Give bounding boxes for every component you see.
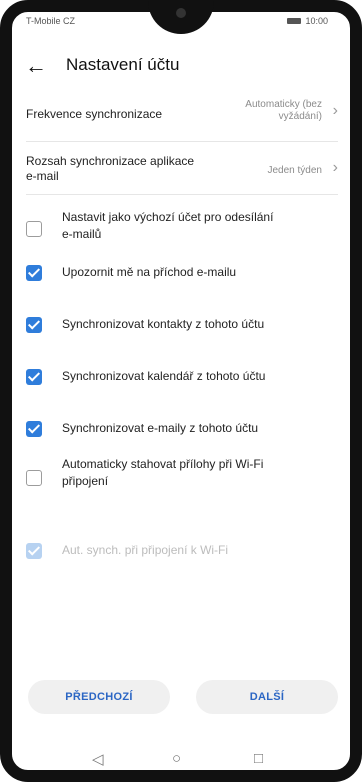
check-label-emails: Synchronizovat e-maily z tohoto účtu	[62, 421, 259, 435]
battery-status: 10:00	[287, 16, 328, 26]
checkbox-default-account[interactable]	[26, 221, 42, 237]
sync-frequency-row[interactable]: Frekvence synchronizace Automaticky (bez…	[0, 92, 362, 136]
sync-frequency-value: Automaticky (bez vyžádání)	[245, 99, 322, 123]
check-label-notify: Upozornit mě na příchod e-mailu	[62, 265, 237, 279]
divider	[26, 141, 338, 142]
checkmark-icon	[27, 421, 41, 434]
sync-frequency-label: Frekvence synchronizace	[26, 107, 163, 121]
check-label-contacts: Synchronizovat kontakty z tohoto účtu	[62, 317, 265, 331]
system-nav-bar: ◁ ○ □	[0, 744, 362, 782]
sync-range-value: Jeden týden	[267, 165, 323, 176]
check-label-line2: připojení	[62, 474, 109, 488]
back-button[interactable]: ←	[20, 50, 52, 82]
checkbox-emails[interactable]	[26, 421, 42, 437]
check-label-attachments: Automaticky stahovat přílohy při Wi-Fi p…	[62, 456, 338, 490]
chevron-right-icon: ›	[332, 159, 338, 176]
nav-recents-icon[interactable]: □	[254, 750, 263, 767]
check-label-default-account: Nastavit jako výchozí účet pro odesílání…	[62, 209, 338, 243]
sync-frequency-value-line2: vyžádání)	[278, 111, 322, 122]
divider	[26, 194, 338, 195]
check-label-line1: Nastavit jako výchozí účet pro odesílání	[62, 210, 274, 224]
chevron-right-icon: ›	[332, 102, 338, 119]
checkbox-calendar[interactable]	[26, 369, 42, 385]
checkmark-icon	[27, 265, 41, 278]
nav-back-icon[interactable]: ◁	[92, 750, 104, 768]
checkmark-icon	[27, 543, 41, 556]
nav-home-icon[interactable]: ○	[172, 750, 181, 767]
checkbox-contacts[interactable]	[26, 317, 42, 333]
checkbox-wifi-sync	[26, 543, 42, 559]
checkbox-attachments[interactable]	[26, 470, 42, 486]
check-label-calendar: Synchronizovat kalendář z tohoto účtu	[62, 369, 266, 383]
back-arrow-icon: ←	[25, 53, 47, 78]
previous-button[interactable]: PŘEDCHOZÍ	[28, 680, 170, 714]
clock: 10:00	[305, 16, 328, 26]
camera-notch	[148, 0, 214, 34]
next-button[interactable]: DALŠÍ	[196, 680, 338, 714]
check-label-line1: Automaticky stahovat přílohy při Wi-Fi	[62, 457, 264, 471]
checkmark-icon	[27, 317, 41, 330]
checkbox-notify[interactable]	[26, 265, 42, 281]
check-label-line2: e-mailů	[62, 227, 102, 241]
status-bar: T-Mobile CZ 10:00	[0, 0, 362, 44]
sync-range-label: Rozsah synchronizace aplikace e-mail	[26, 154, 194, 184]
carrier-label: T-Mobile CZ	[26, 16, 76, 26]
page-title: Nastavení účtu	[66, 55, 180, 74]
app-bar: ← Nastavení účtu	[0, 44, 362, 88]
sync-range-row[interactable]: Rozsah synchronizace aplikace e-mail Jed…	[0, 144, 362, 188]
check-label-wifi-sync: Aut. synch. při připojení k Wi-Fi	[62, 543, 229, 557]
sync-range-label-line1: Rozsah synchronizace aplikace	[26, 154, 195, 168]
camera-icon	[176, 8, 186, 18]
checkmark-icon	[27, 369, 41, 382]
sync-frequency-value-line1: Automaticky (bez	[245, 99, 322, 110]
battery-icon	[287, 18, 302, 24]
sync-range-label-line2: e-mail	[26, 169, 59, 183]
